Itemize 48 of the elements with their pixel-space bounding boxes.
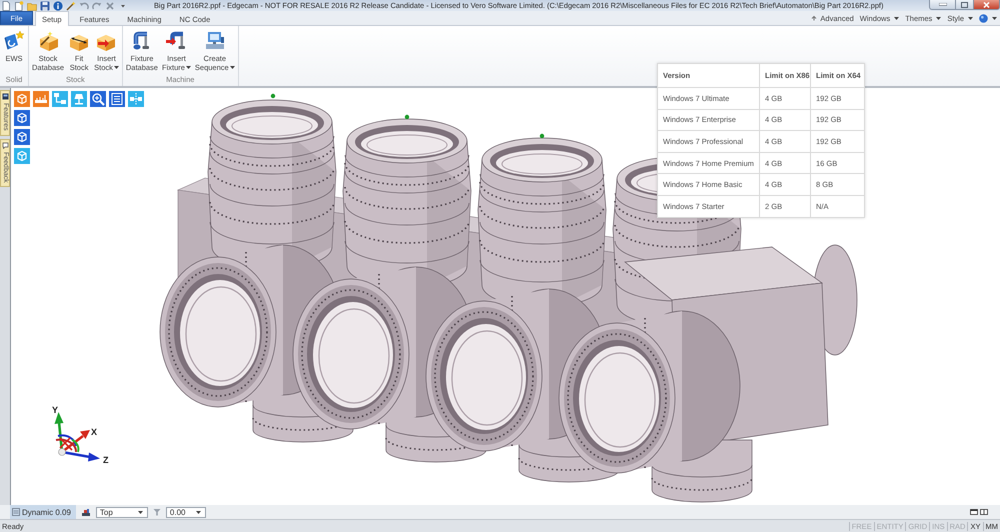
axis-label: Z <box>103 455 108 465</box>
caret-icon <box>114 66 119 70</box>
machine-icon <box>204 30 226 52</box>
machine-view-icon[interactable] <box>80 508 91 516</box>
tile-window-icon[interactable] <box>970 509 978 515</box>
axis-label: Y <box>52 405 58 415</box>
info-icon[interactable] <box>53 0 63 10</box>
view-dropdown[interactable]: Top <box>96 506 148 518</box>
maximize-icon <box>961 2 968 8</box>
list-icon[interactable] <box>109 91 125 107</box>
caret-icon <box>230 66 235 70</box>
nodes-icon[interactable] <box>128 91 144 107</box>
caret-icon <box>992 16 997 20</box>
axis-label: X <box>91 427 98 437</box>
help-button[interactable] <box>979 14 997 22</box>
panel-icon <box>2 93 8 100</box>
wand-icon[interactable] <box>66 0 76 10</box>
save-icon[interactable] <box>40 0 50 10</box>
box-wand-icon <box>37 30 60 52</box>
axis-triad-drawing <box>54 412 100 462</box>
new-document-icon[interactable] <box>14 0 24 10</box>
caret-icon <box>968 16 973 20</box>
maximize-button[interactable] <box>956 0 974 10</box>
caret-icon <box>196 510 201 514</box>
help-icon <box>979 14 988 22</box>
caret-icon <box>894 16 900 20</box>
star-cube-icon <box>3 30 25 52</box>
minimize-button[interactable] <box>929 0 956 10</box>
cube-icon[interactable] <box>14 91 30 107</box>
clamp-arrow-icon <box>165 30 188 52</box>
caret-icon <box>186 66 191 70</box>
caret-icon <box>936 16 942 20</box>
cube-icon[interactable] <box>14 110 30 126</box>
split-window-icon[interactable] <box>980 509 988 515</box>
cube-icon[interactable] <box>14 129 30 145</box>
up-arrow-icon <box>811 15 818 21</box>
minimize-icon <box>938 3 946 6</box>
point-marker-icon <box>404 114 410 120</box>
close-button[interactable] <box>974 0 1000 10</box>
ruler-icon[interactable] <box>33 91 49 107</box>
point-marker-icon <box>270 94 276 98</box>
view-mode-button[interactable]: Dynamic 0.09 <box>10 505 76 519</box>
caret-icon <box>138 510 143 514</box>
value-dropdown[interactable]: 0.00 <box>166 506 206 518</box>
list-lines-icon <box>12 508 20 516</box>
zoom-icon[interactable] <box>90 91 106 107</box>
close-icon <box>983 2 990 8</box>
point-marker-icon <box>540 134 544 138</box>
